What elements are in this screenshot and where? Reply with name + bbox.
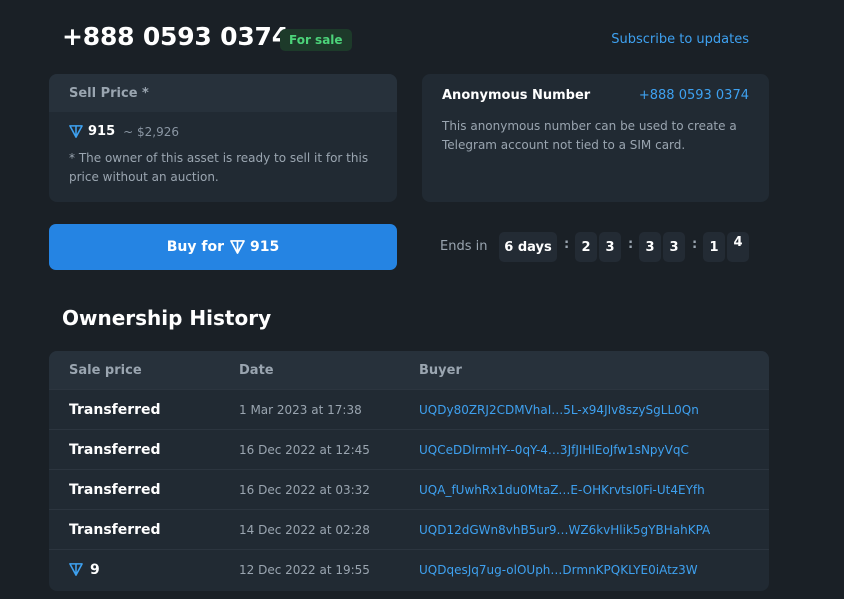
- buyer-link[interactable]: UQDqesJq7ug-olOUph…DrmnKPQKLYE0iAtz3W: [419, 563, 769, 577]
- price-ton-value: 915: [88, 124, 116, 139]
- table-row: 9 12 Dec 2022 at 19:55 UQDqesJq7ug-olOUp…: [49, 549, 769, 589]
- date-cell: 16 Dec 2022 at 12:45: [239, 442, 370, 457]
- countdown-digit: 3: [639, 232, 661, 262]
- buy-button-label: Buy for: [166, 239, 225, 255]
- ton-icon: [69, 125, 83, 138]
- anonymous-number-link[interactable]: +888 0593 0374: [639, 88, 749, 103]
- date-cell: 16 Dec 2022 at 03:32: [239, 482, 370, 497]
- price-row: 915 ~ $2,926: [49, 112, 397, 139]
- countdown-separator: :: [692, 237, 698, 252]
- countdown-digit: 2: [575, 232, 597, 262]
- buy-button[interactable]: Buy for 915: [49, 224, 397, 270]
- countdown-digit: 3: [599, 232, 621, 262]
- anonymous-number-description: This anonymous number can be used to cre…: [442, 119, 737, 152]
- countdown-separator: :: [628, 237, 634, 252]
- status-badge: For sale: [280, 29, 352, 51]
- page: +888 0593 0374 For sale Subscribe to upd…: [0, 0, 844, 599]
- sale-price-value: 9: [90, 561, 100, 578]
- countdown-digit: 1: [703, 232, 725, 262]
- buyer-link[interactable]: UQCeDDlrmHY--0qY-4…3JfJIHlEoJfw1sNpyVqC: [419, 443, 769, 457]
- date-cell: 1 Mar 2023 at 17:38: [239, 402, 362, 417]
- ton-icon: [69, 563, 83, 576]
- ton-icon: [230, 240, 245, 254]
- table-row: Transferred 1 Mar 2023 at 17:38 UQDy80ZR…: [49, 389, 769, 429]
- ownership-history-title: Ownership History: [62, 306, 272, 330]
- buyer-link[interactable]: UQD12dGWn8vhB5ur9…WZ6kvHlik5gYBHahKPA: [419, 523, 769, 537]
- countdown-days: 6 days: [499, 232, 557, 262]
- subscribe-link[interactable]: Subscribe to updates: [611, 32, 749, 47]
- ownership-history-table: Sale price Date Buyer Transferred 1 Mar …: [49, 351, 769, 591]
- table-row: Transferred 16 Dec 2022 at 03:32 UQA_fUw…: [49, 469, 769, 509]
- table-header: Sale price Date Buyer: [49, 351, 769, 389]
- anonymous-number-title: Anonymous Number: [442, 88, 591, 103]
- buyer-link[interactable]: UQDy80ZRJ2CDMVhaI…5L-x94JIv8szySgLL0Qn: [419, 403, 769, 417]
- column-header-date: Date: [239, 362, 274, 378]
- sell-price-title: Sell Price *: [49, 74, 397, 112]
- table-row: Transferred 14 Dec 2022 at 02:28 UQD12dG…: [49, 509, 769, 549]
- date-cell: 12 Dec 2022 at 19:55: [239, 562, 370, 577]
- buyer-link[interactable]: UQA_fUwhRx1du0MtaZ…E-OHKrvtsI0Fi-Ut4EYfh: [419, 483, 769, 497]
- sale-price-cell: Transferred: [69, 521, 161, 538]
- countdown-label: Ends in: [440, 239, 488, 254]
- anonymous-number-header: Anonymous Number +888 0593 0374: [442, 88, 749, 103]
- buy-button-amount: 915: [250, 239, 280, 255]
- sell-price-card: Sell Price * 915 ~ $2,926 * The owner of…: [49, 74, 397, 202]
- anonymous-number-card: Anonymous Number +888 0593 0374 This ano…: [422, 74, 769, 202]
- countdown-digit: 4: [727, 232, 749, 262]
- table-row: Transferred 16 Dec 2022 at 12:45 UQCeDDl…: [49, 429, 769, 469]
- page-title: +888 0593 0374: [62, 22, 289, 51]
- column-header-sale-price: Sale price: [69, 362, 142, 378]
- sale-price-cell: Transferred: [69, 441, 161, 458]
- sale-price-cell: Transferred: [69, 401, 161, 418]
- countdown-digit: 3: [663, 232, 685, 262]
- date-cell: 14 Dec 2022 at 02:28: [239, 522, 370, 537]
- sell-note: * The owner of this asset is ready to se…: [69, 151, 369, 184]
- countdown-separator: :: [564, 237, 570, 252]
- price-usd-value: ~ $2,926: [123, 124, 179, 139]
- column-header-buyer: Buyer: [419, 362, 462, 378]
- sale-price-cell: 9: [49, 562, 239, 578]
- sale-price-cell: Transferred: [69, 481, 161, 498]
